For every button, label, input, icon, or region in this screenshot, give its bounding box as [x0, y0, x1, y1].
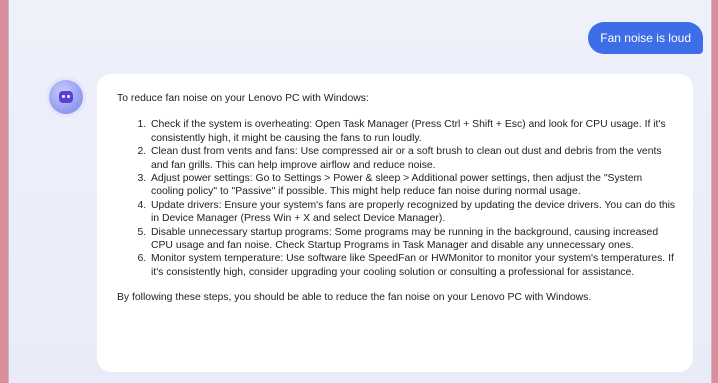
chat-window: Fan noise is loud To reduce fan noise on… — [8, 0, 712, 383]
answer-intro: To reduce fan noise on your Lenovo PC wi… — [117, 93, 369, 104]
list-item: Update drivers: Ensure your system's fan… — [149, 199, 677, 226]
steps-list: Check if the system is overheating: Open… — [117, 118, 677, 279]
list-item: Adjust power settings: Go to Settings > … — [149, 172, 677, 199]
assistant-message-card: To reduce fan noise on your Lenovo PC wi… — [97, 74, 693, 372]
user-message-bubble: Fan noise is loud — [588, 22, 703, 54]
list-item: Disable unnecessary startup programs: So… — [149, 226, 677, 253]
list-item: Monitor system temperature: Use software… — [149, 252, 677, 279]
list-item: Check if the system is overheating: Open… — [149, 118, 677, 145]
answer-outro: By following these steps, you should be … — [117, 292, 592, 304]
assistant-avatar-icon — [49, 80, 83, 114]
robot-face-icon — [59, 91, 73, 103]
list-item: Clean dust from vents and fans: Use comp… — [149, 145, 677, 172]
